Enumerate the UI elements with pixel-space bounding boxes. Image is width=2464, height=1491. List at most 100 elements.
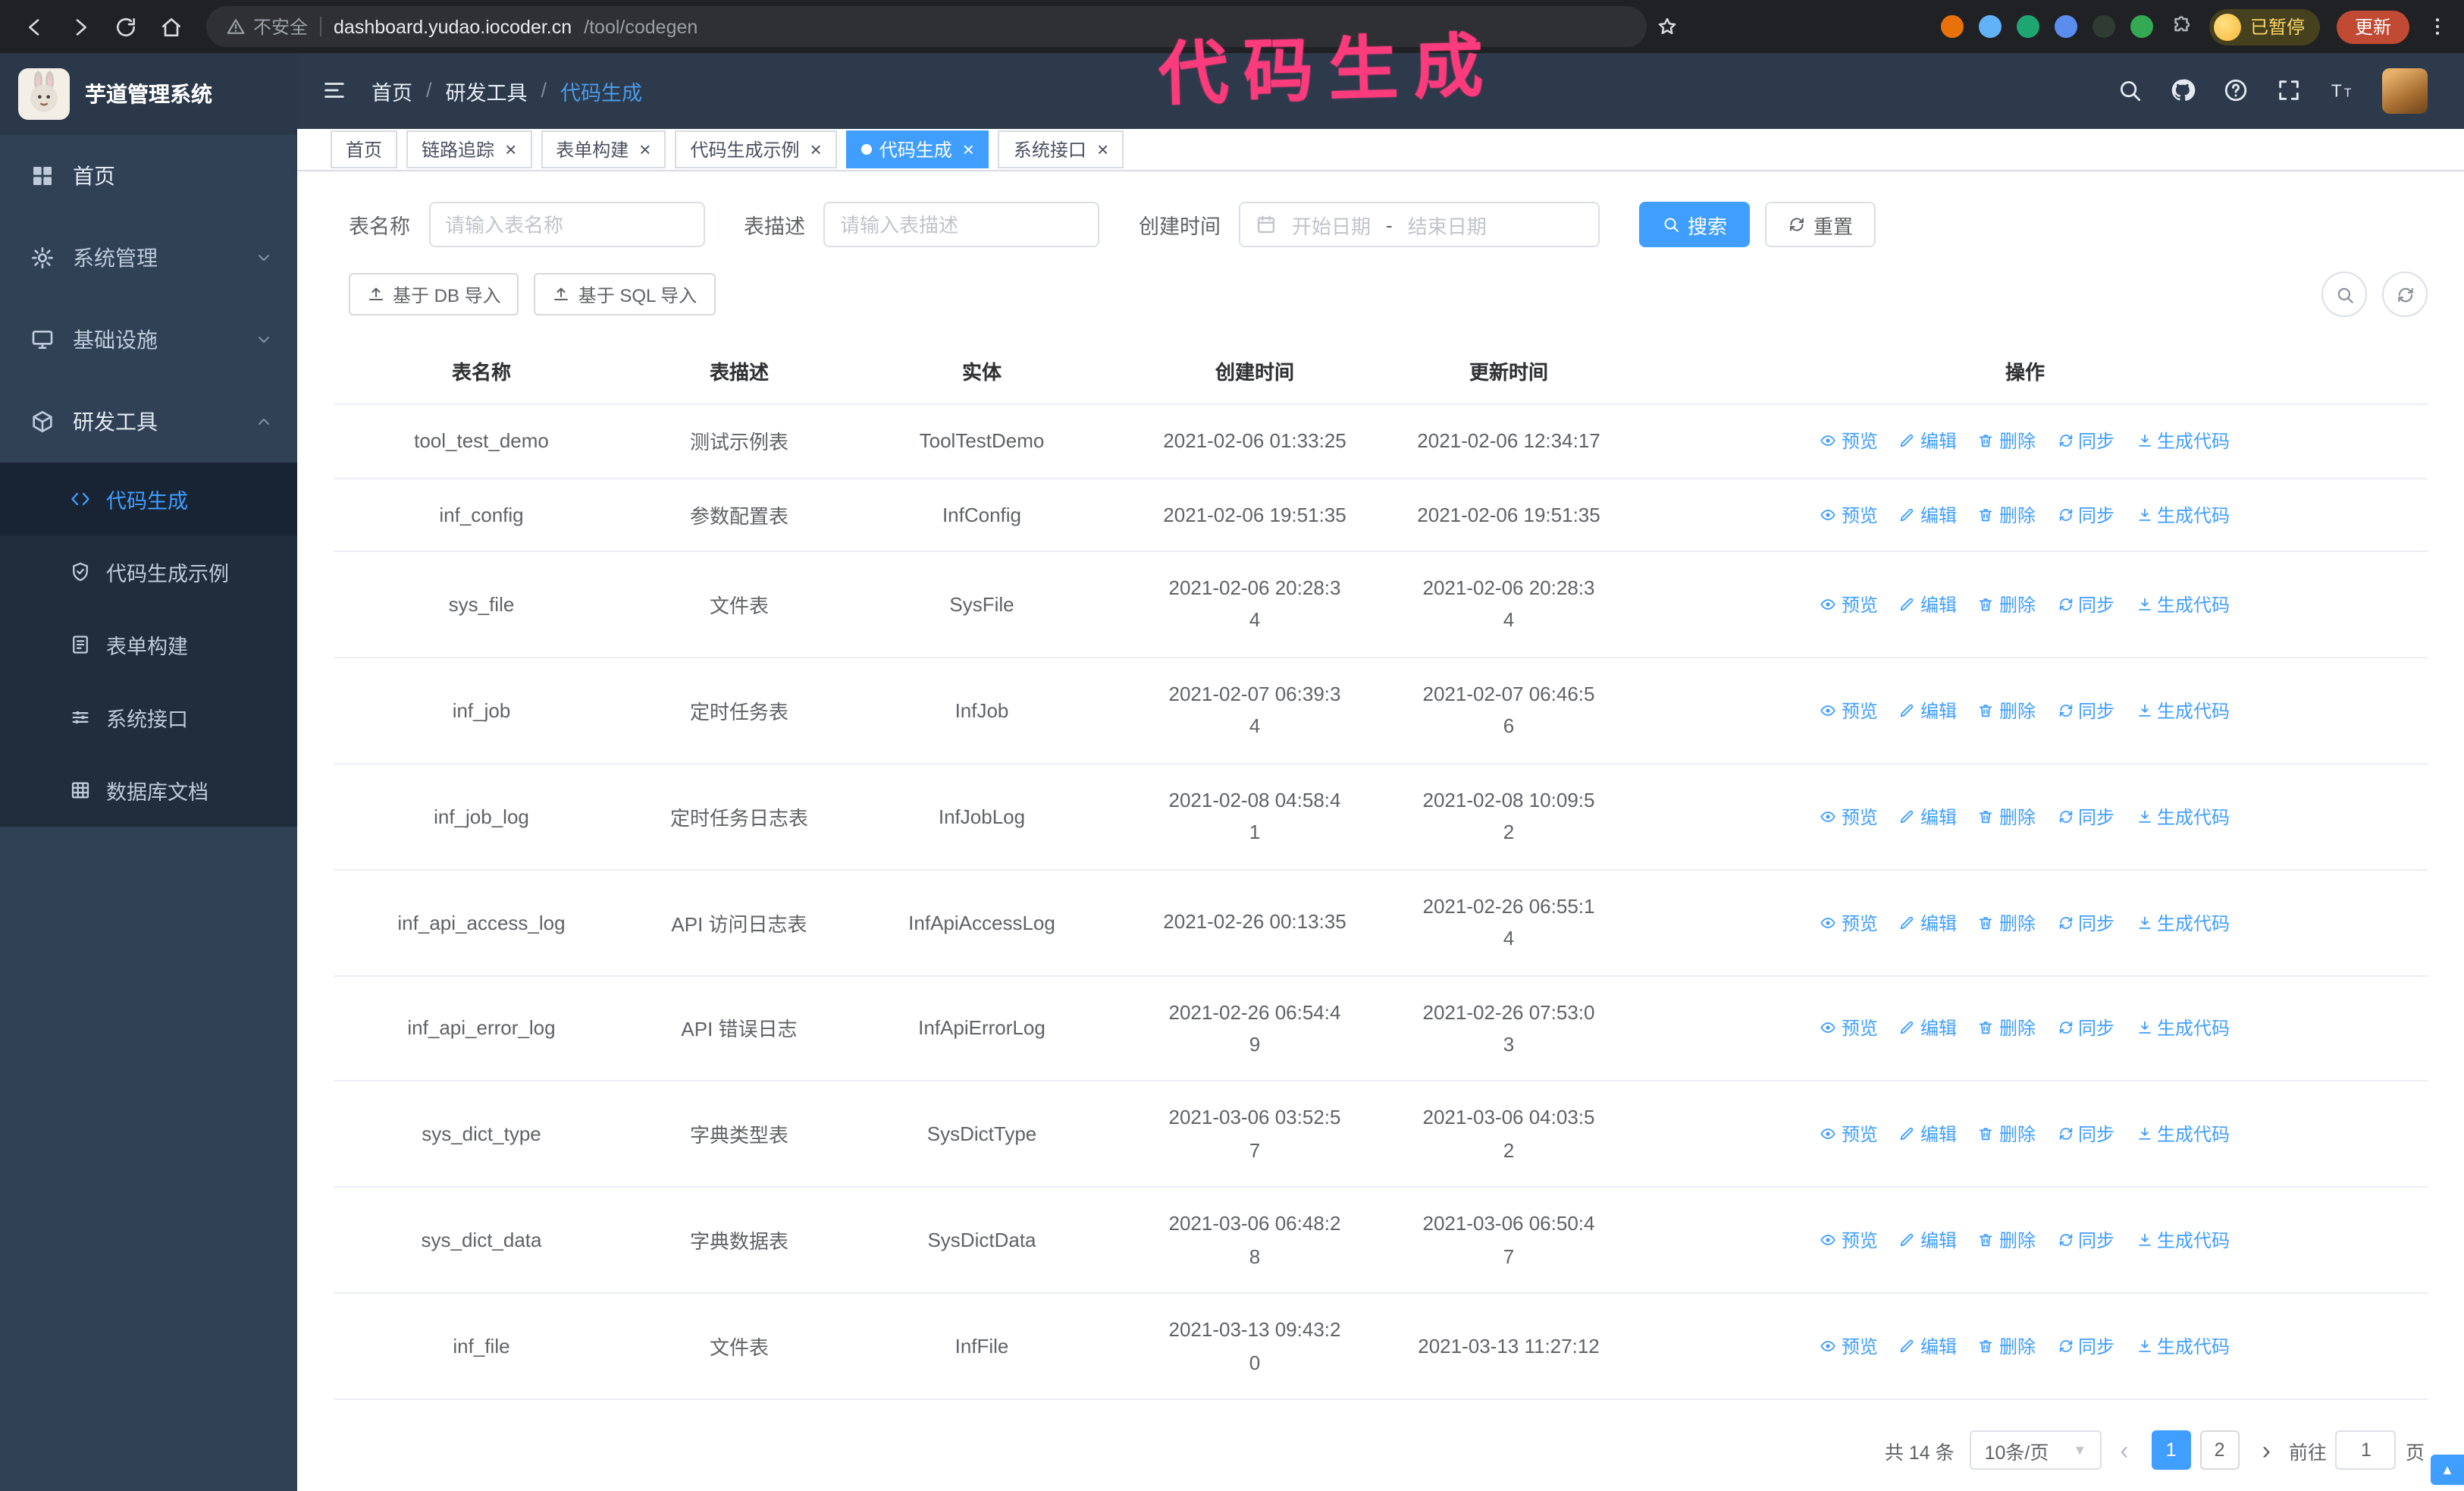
- edit-link[interactable]: 编辑: [1899, 803, 1957, 829]
- sidebar-item-home[interactable]: 首页: [0, 135, 297, 217]
- table-name-input[interactable]: [428, 202, 704, 248]
- close-icon[interactable]: ×: [810, 140, 822, 159]
- generate-code-link[interactable]: 生成代码: [2136, 428, 2230, 454]
- generate-code-link[interactable]: 生成代码: [2136, 1122, 2230, 1147]
- search-icon[interactable]: [2117, 78, 2143, 104]
- edit-link[interactable]: 编辑: [1899, 698, 1957, 724]
- extension-icon[interactable]: [1940, 15, 1964, 38]
- question-icon[interactable]: [2223, 78, 2249, 104]
- close-icon[interactable]: ×: [1097, 140, 1108, 159]
- tab-codegen-example[interactable]: 代码生成示例 ×: [675, 130, 837, 168]
- generate-code-link[interactable]: 生成代码: [2136, 803, 2230, 829]
- reload-icon[interactable]: [106, 7, 146, 46]
- delete-link[interactable]: 删除: [1978, 502, 2036, 528]
- page-button-1[interactable]: 1: [2151, 1430, 2191, 1470]
- generate-code-link[interactable]: 生成代码: [2136, 1015, 2230, 1041]
- preview-link[interactable]: 预览: [1820, 1333, 1878, 1359]
- date-range-picker[interactable]: 开始日期 - 结束日期: [1239, 202, 1600, 248]
- tab-tracer[interactable]: 链路追踪 ×: [406, 130, 532, 168]
- sync-link[interactable]: 同步: [2057, 1227, 2114, 1253]
- forward-icon[interactable]: [61, 7, 100, 46]
- edit-link[interactable]: 编辑: [1899, 428, 1957, 454]
- hamburger-icon[interactable]: [321, 78, 347, 104]
- page-size-select[interactable]: 10条/页 ▼: [1969, 1430, 2102, 1470]
- preview-link[interactable]: 预览: [1820, 1122, 1878, 1147]
- sidebar-item-db-doc[interactable]: 数据库文档: [0, 754, 297, 827]
- extension-icon[interactable]: [1978, 15, 2002, 38]
- bookmark-star-icon[interactable]: [1656, 15, 1679, 38]
- import-sql-button[interactable]: 基于 SQL 导入: [534, 273, 716, 316]
- edit-link[interactable]: 编辑: [1899, 1333, 1957, 1359]
- import-db-button[interactable]: 基于 DB 导入: [349, 273, 519, 316]
- breadcrumb-item[interactable]: 首页: [371, 76, 412, 106]
- sync-link[interactable]: 同步: [2057, 698, 2114, 724]
- delete-link[interactable]: 删除: [1978, 428, 2036, 454]
- extension-icon[interactable]: [2016, 15, 2039, 38]
- browser-update-button[interactable]: 更新: [2336, 10, 2409, 43]
- sidebar-item-form-build[interactable]: 表单构建: [0, 608, 297, 681]
- edit-link[interactable]: 编辑: [1899, 1122, 1957, 1147]
- tab-home[interactable]: 首页: [331, 130, 398, 168]
- preview-link[interactable]: 预览: [1820, 1015, 1878, 1041]
- search-button[interactable]: 搜索: [1639, 202, 1751, 248]
- tab-system-api[interactable]: 系统接口 ×: [998, 130, 1124, 168]
- close-icon[interactable]: ×: [505, 140, 516, 159]
- back-icon[interactable]: [15, 7, 55, 46]
- delete-link[interactable]: 删除: [1978, 909, 2036, 935]
- fontsize-icon[interactable]: TT: [2329, 78, 2355, 104]
- extension-icon[interactable]: [2054, 15, 2077, 38]
- delete-link[interactable]: 删除: [1978, 1122, 2036, 1147]
- sync-link[interactable]: 同步: [2057, 592, 2114, 617]
- extension-icon[interactable]: [2092, 15, 2115, 38]
- preview-link[interactable]: 预览: [1820, 803, 1878, 829]
- delete-link[interactable]: 删除: [1978, 1333, 2036, 1359]
- github-icon[interactable]: [2170, 78, 2196, 104]
- preview-link[interactable]: 预览: [1820, 1227, 1878, 1253]
- breadcrumb-item[interactable]: 研发工具: [446, 76, 528, 106]
- table-desc-input[interactable]: [823, 202, 1099, 248]
- sidebar-item-codegen[interactable]: 代码生成: [0, 463, 297, 535]
- toggle-search-button[interactable]: [2321, 272, 2367, 318]
- preview-link[interactable]: 预览: [1820, 502, 1878, 528]
- preview-link[interactable]: 预览: [1820, 909, 1878, 935]
- page-button-2[interactable]: 2: [2199, 1430, 2240, 1470]
- goto-page-input[interactable]: [2335, 1430, 2397, 1470]
- delete-link[interactable]: 删除: [1978, 1227, 2036, 1253]
- generate-code-link[interactable]: 生成代码: [2136, 592, 2230, 617]
- extension-icon[interactable]: [2130, 15, 2153, 38]
- sidebar-item-system[interactable]: 系统管理: [0, 217, 297, 299]
- generate-code-link[interactable]: 生成代码: [2136, 1333, 2230, 1359]
- edit-link[interactable]: 编辑: [1899, 1227, 1957, 1253]
- delete-link[interactable]: 删除: [1978, 592, 2036, 617]
- kebab-menu-icon[interactable]: [2426, 15, 2449, 38]
- sidebar-item-codegen-example[interactable]: 代码生成示例: [0, 535, 297, 608]
- preview-link[interactable]: 预览: [1820, 428, 1878, 454]
- app-logo[interactable]: 芋道管理系统: [0, 53, 297, 135]
- close-icon[interactable]: ×: [639, 140, 650, 159]
- puzzle-icon[interactable]: [2170, 15, 2193, 38]
- next-page-button[interactable]: ›: [2259, 1437, 2274, 1463]
- delete-link[interactable]: 删除: [1978, 1015, 2036, 1041]
- back-to-top-button[interactable]: ▲: [2431, 1455, 2464, 1485]
- generate-code-link[interactable]: 生成代码: [2136, 698, 2230, 724]
- preview-link[interactable]: 预览: [1820, 698, 1878, 724]
- fullscreen-icon[interactable]: [2276, 78, 2302, 104]
- tab-codegen[interactable]: 代码生成 ×: [845, 130, 989, 168]
- delete-link[interactable]: 删除: [1978, 698, 2036, 724]
- sync-link[interactable]: 同步: [2057, 1122, 2114, 1147]
- sync-link[interactable]: 同步: [2057, 1015, 2114, 1041]
- edit-link[interactable]: 编辑: [1899, 592, 1957, 617]
- delete-link[interactable]: 删除: [1978, 803, 2036, 829]
- refresh-table-button[interactable]: [2382, 272, 2428, 318]
- edit-link[interactable]: 编辑: [1899, 1015, 1957, 1041]
- home-icon[interactable]: [152, 7, 191, 46]
- avatar[interactable]: [2382, 67, 2428, 114]
- sync-link[interactable]: 同步: [2057, 428, 2114, 454]
- prev-page-button[interactable]: ‹: [2117, 1437, 2131, 1463]
- generate-code-link[interactable]: 生成代码: [2136, 909, 2230, 935]
- reset-button[interactable]: 重置: [1765, 202, 1876, 248]
- generate-code-link[interactable]: 生成代码: [2136, 1227, 2230, 1253]
- sidebar-item-dev-tools[interactable]: 研发工具: [0, 381, 297, 463]
- edit-link[interactable]: 编辑: [1899, 502, 1957, 528]
- sync-link[interactable]: 同步: [2057, 1333, 2114, 1359]
